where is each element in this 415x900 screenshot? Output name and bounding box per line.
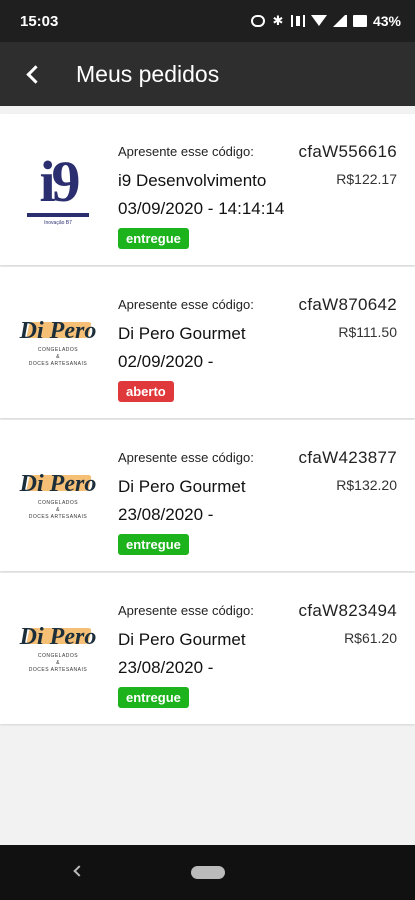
order-code: cfaW823494 xyxy=(298,601,397,620)
status-badge: entregue xyxy=(118,228,189,249)
status-icons: ✱ 43% xyxy=(250,13,401,29)
bluetooth-icon: ✱ xyxy=(272,13,284,28)
store-name: Di Pero Gourmet xyxy=(118,630,246,649)
order-card[interactable]: Di Pero CONGELADOS & DOCES ARTESANAIS Ap… xyxy=(0,420,415,571)
battery-percent: 43% xyxy=(372,13,401,29)
status-badge: entregue xyxy=(118,534,189,555)
order-card[interactable]: Di Pero CONGELADOS & DOCES ARTESANAIS Ap… xyxy=(0,267,415,418)
store-name: Di Pero Gourmet xyxy=(118,477,246,496)
app-bar: Meus pedidos xyxy=(0,42,415,106)
logo-mark: i9 xyxy=(39,148,80,214)
status-bar: 15:03 ✱ 43% xyxy=(0,0,415,42)
nav-home-pill[interactable] xyxy=(191,866,225,879)
code-label: Apresente esse código: xyxy=(118,603,254,618)
logo-tag-line: DOCES ARTESANAIS xyxy=(28,513,88,520)
order-date: 03/09/2020 - 14:14:14 xyxy=(118,199,285,218)
logo-tagline: CONGELADOS & DOCES ARTESANAIS xyxy=(29,500,87,521)
logo-script: Di Pero xyxy=(19,470,97,497)
logo-tag-line: & xyxy=(56,659,60,666)
order-card[interactable]: i9 Inovação B7 Apresente esse código: cf… xyxy=(0,114,415,265)
vibrate-icon xyxy=(290,15,305,27)
order-date: 23/08/2020 - xyxy=(118,505,214,524)
order-date: 02/09/2020 - xyxy=(118,352,214,371)
order-code: cfaW423877 xyxy=(298,448,397,467)
store-logo: i9 Inovação B7 xyxy=(17,148,99,230)
status-badge: entregue xyxy=(118,687,189,708)
orders-list: i9 Inovação B7 Apresente esse código: cf… xyxy=(0,106,415,726)
logo-tag-line: & xyxy=(56,353,60,360)
wifi-icon xyxy=(310,15,327,27)
logo-tag-line: CONGELADOS xyxy=(37,346,79,353)
logo-tag-line: CONGELADOS xyxy=(37,652,79,659)
logo-tag-line: DOCES ARTESANAIS xyxy=(28,360,88,367)
battery-icon xyxy=(352,15,367,27)
logo-brush: Di Pero xyxy=(18,623,98,651)
logo-script: Di Pero xyxy=(19,317,97,344)
order-price: R$61.20 xyxy=(344,630,397,646)
status-badge: aberto xyxy=(118,381,174,402)
store-logo: Di Pero CONGELADOS & DOCES ARTESANAIS xyxy=(17,301,99,383)
order-card[interactable]: Di Pero CONGELADOS & DOCES ARTESANAIS Ap… xyxy=(0,573,415,724)
order-price: R$122.17 xyxy=(336,171,397,187)
signal-icon xyxy=(332,15,347,27)
logo-tagline: CONGELADOS & DOCES ARTESANAIS xyxy=(29,347,87,368)
order-code: cfaW556616 xyxy=(298,142,397,161)
logo-brush: Di Pero xyxy=(18,470,98,498)
order-price: R$111.50 xyxy=(338,324,397,340)
nav-back-icon[interactable] xyxy=(73,865,85,877)
code-label: Apresente esse código: xyxy=(118,297,254,312)
logo-tagline: CONGELADOS & DOCES ARTESANAIS xyxy=(29,653,87,674)
store-name: i9 Desenvolvimento xyxy=(118,171,267,190)
order-price: R$132.20 xyxy=(336,477,397,493)
status-time: 15:03 xyxy=(20,12,59,30)
logo-script: Di Pero xyxy=(19,623,97,650)
arrow-back-icon xyxy=(25,64,45,84)
page-title: Meus pedidos xyxy=(76,60,220,87)
code-label: Apresente esse código: xyxy=(118,144,254,159)
store-logo: Di Pero CONGELADOS & DOCES ARTESANAIS xyxy=(17,454,99,536)
store-logo: Di Pero CONGELADOS & DOCES ARTESANAIS xyxy=(17,607,99,689)
logo-tag-line: CONGELADOS xyxy=(37,499,79,506)
logo-subtitle: Inovação B7 xyxy=(44,219,72,226)
key-icon xyxy=(250,15,265,27)
code-label: Apresente esse código: xyxy=(118,450,254,465)
order-code: cfaW870642 xyxy=(298,295,397,314)
back-button[interactable] xyxy=(0,42,64,106)
system-nav-bar xyxy=(0,845,415,900)
logo-tag-line: DOCES ARTESANAIS xyxy=(28,666,88,673)
logo-brush: Di Pero xyxy=(18,317,98,345)
logo-tag-line: & xyxy=(56,506,60,513)
store-name: Di Pero Gourmet xyxy=(118,324,246,343)
order-date: 23/08/2020 - xyxy=(118,658,214,677)
logo-bar xyxy=(27,212,89,217)
